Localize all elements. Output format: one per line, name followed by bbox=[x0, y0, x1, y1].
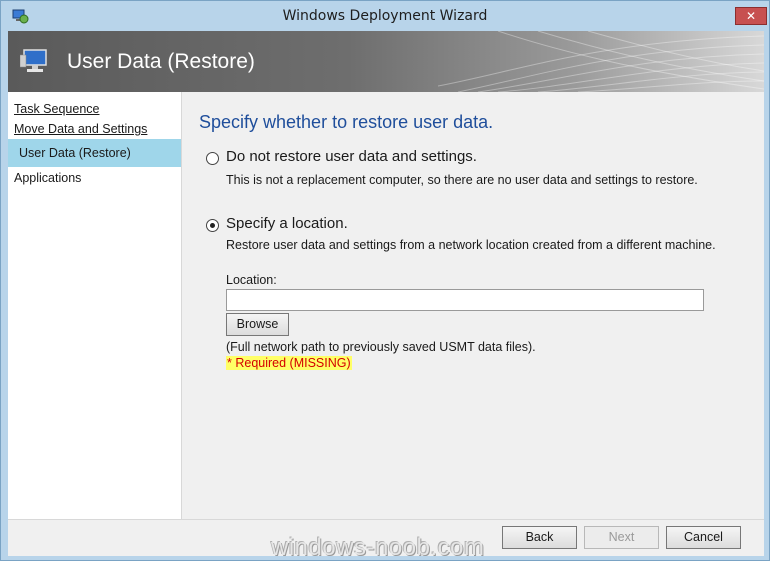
option-specify-location-label[interactable]: Specify a location. bbox=[226, 215, 348, 232]
sidebar-item-move-data[interactable]: Move Data and Settings bbox=[14, 122, 147, 136]
location-label: Location: bbox=[226, 273, 277, 287]
page-title: User Data (Restore) bbox=[67, 50, 255, 73]
wizard-window: Windows Deployment Wizard ✕ User Data (R… bbox=[0, 0, 770, 561]
header-wave-decoration bbox=[438, 31, 764, 92]
sidebar-item-task-sequence[interactable]: Task Sequence bbox=[14, 102, 99, 116]
required-missing-warning: * Required (MISSING) bbox=[226, 356, 352, 370]
option-do-not-restore-description: This is not a replacement computer, so t… bbox=[226, 173, 698, 187]
next-button[interactable]: Next bbox=[584, 526, 659, 549]
back-button[interactable]: Back bbox=[502, 526, 577, 549]
location-input[interactable] bbox=[226, 289, 704, 311]
close-window-button[interactable]: ✕ bbox=[735, 7, 767, 25]
title-bar[interactable]: Windows Deployment Wizard ✕ bbox=[1, 1, 769, 31]
browse-button[interactable]: Browse bbox=[226, 313, 289, 336]
content-heading: Specify whether to restore user data. bbox=[199, 112, 494, 132]
location-help-text: (Full network path to previously saved U… bbox=[226, 340, 536, 354]
window-title: Windows Deployment Wizard bbox=[282, 8, 488, 24]
wizard-nav-sidebar: Task Sequence Move Data and Settings Use… bbox=[8, 92, 182, 519]
option-do-not-restore-label[interactable]: Do not restore user data and settings. bbox=[226, 148, 477, 165]
wizard-client-area: Task Sequence Move Data and Settings Use… bbox=[8, 92, 764, 519]
sidebar-item-user-data-restore[interactable]: User Data (Restore) bbox=[8, 139, 181, 167]
sidebar-item-label: User Data (Restore) bbox=[19, 146, 131, 160]
radio-specify-location[interactable] bbox=[206, 219, 219, 232]
sidebar-item-applications[interactable]: Applications bbox=[14, 171, 81, 185]
cancel-button[interactable]: Cancel bbox=[666, 526, 741, 549]
computer-icon bbox=[20, 49, 47, 72]
watermark-text: windows-noob.com bbox=[271, 534, 485, 561]
wizard-header: User Data (Restore) bbox=[8, 31, 764, 92]
radio-do-not-restore[interactable] bbox=[206, 152, 219, 165]
wizard-content: Specify whether to restore user data. Do… bbox=[182, 92, 764, 519]
option-specify-location-description: Restore user data and settings from a ne… bbox=[226, 238, 716, 252]
